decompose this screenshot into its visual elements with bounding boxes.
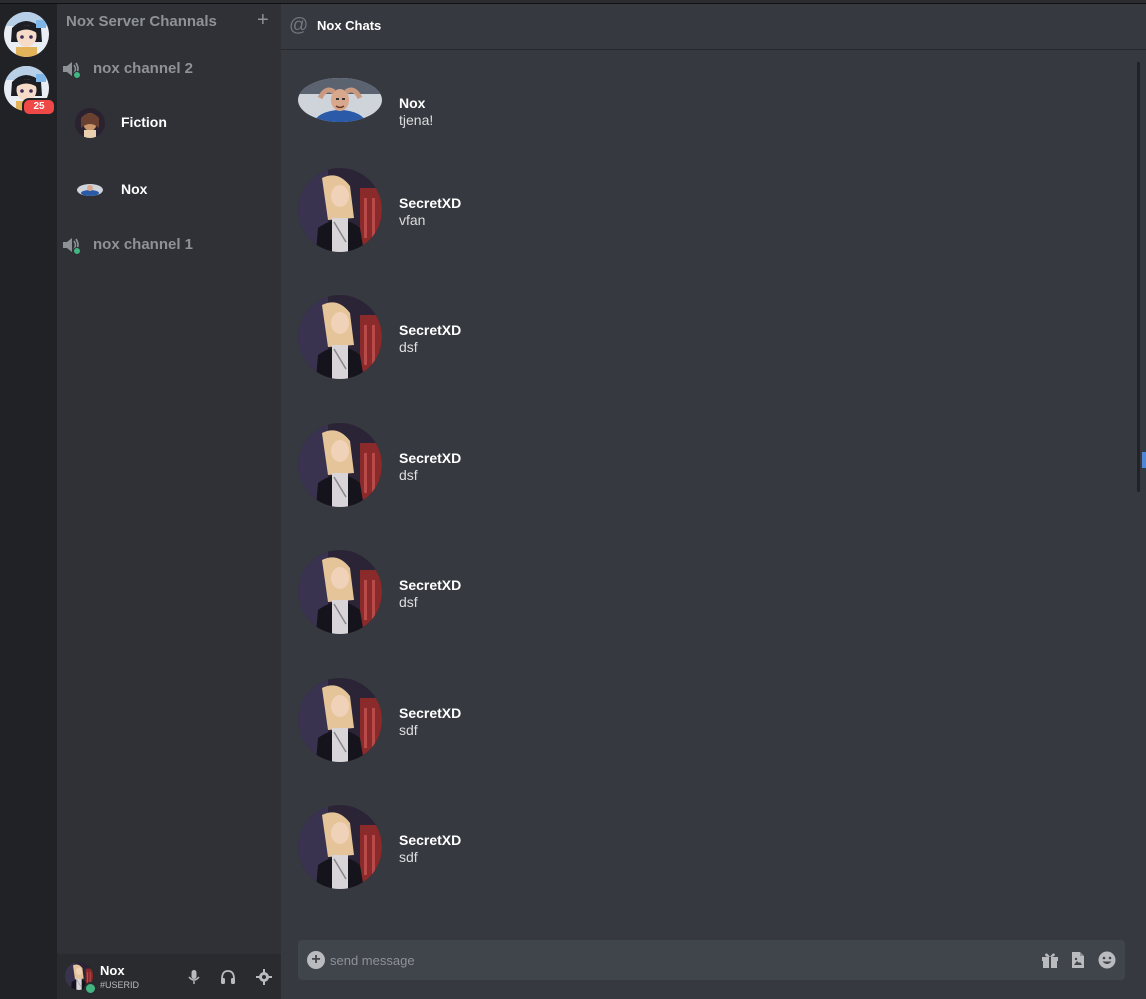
voice-user-name: Fiction <box>121 114 167 130</box>
message: Nox tjena! <box>298 68 998 152</box>
message-author[interactable]: SecretXD <box>399 832 461 848</box>
chat-header: @ Nox Chats <box>281 4 1146 50</box>
avatar[interactable] <box>298 678 382 762</box>
voice-user-fiction[interactable]: Fiction <box>57 106 281 140</box>
message: SecretXD dsf <box>298 295 998 379</box>
server-title: Nox Server Channals <box>66 13 217 30</box>
message-text: tjena! <box>399 112 434 128</box>
upload-file-icon[interactable] <box>1068 950 1088 970</box>
emoji-icon[interactable] <box>1097 950 1117 970</box>
message-input[interactable] <box>330 948 1020 972</box>
plus-icon: + <box>257 9 269 31</box>
user-name: Nox <box>100 963 125 978</box>
scroll-indicator <box>1142 452 1146 468</box>
settings-icon[interactable] <box>255 968 273 986</box>
avatar <box>75 108 105 138</box>
notification-badge: 25 <box>22 98 56 116</box>
gift-icon[interactable] <box>1040 950 1060 970</box>
message: SecretXD sdf <box>298 678 998 762</box>
message: SecretXD dsf <box>298 423 998 507</box>
online-status-dot <box>84 982 97 995</box>
discord-app: 25 Nox Server Channals + nox channel 2 F… <box>0 0 1146 999</box>
message-author[interactable]: SecretXD <box>399 450 461 466</box>
avatar[interactable] <box>298 168 382 252</box>
add-channel-button[interactable]: + <box>257 10 269 30</box>
user-id: #USERID <box>100 980 140 990</box>
message-composer: + <box>298 940 1125 980</box>
avatar[interactable] <box>298 295 382 379</box>
message-text: dsf <box>399 339 418 355</box>
microphone-icon[interactable] <box>185 968 203 986</box>
avatar[interactable] <box>298 805 382 889</box>
voice-channel-nox-channel-2[interactable]: nox channel 2 <box>57 56 281 82</box>
headphones-icon[interactable] <box>219 968 237 986</box>
message-text: vfan <box>399 212 426 228</box>
message-author[interactable]: Nox <box>399 95 425 111</box>
avatar <box>75 175 105 205</box>
speaker-icon <box>61 235 83 255</box>
message-author[interactable]: SecretXD <box>399 577 461 593</box>
message-author[interactable]: SecretXD <box>399 705 461 721</box>
message-text: sdf <box>399 722 418 738</box>
message-text: sdf <box>399 849 418 865</box>
message-text: dsf <box>399 467 418 483</box>
channel-name: nox channel 1 <box>93 236 194 253</box>
anime-server-icon <box>4 12 49 57</box>
message-author[interactable]: SecretXD <box>399 322 461 338</box>
at-icon: @ <box>289 15 309 36</box>
message-text: dsf <box>399 594 418 610</box>
chat-scrollbar[interactable] <box>1137 62 1140 492</box>
voice-user-name: Nox <box>121 181 148 197</box>
server-icon[interactable] <box>4 12 49 57</box>
chat-title: Nox Chats <box>317 18 382 33</box>
message: SecretXD vfan <box>298 168 998 252</box>
voice-user-nox[interactable]: Nox <box>57 173 281 207</box>
avatar[interactable] <box>298 550 382 634</box>
message-author[interactable]: SecretXD <box>399 195 461 211</box>
message: SecretXD dsf <box>298 550 998 634</box>
user-panel: Nox #USERID <box>57 954 281 999</box>
server-rail: 25 <box>0 4 57 999</box>
voice-channel-nox-channel-1[interactable]: nox channel 1 <box>57 232 281 258</box>
speaker-icon <box>61 59 83 79</box>
avatar[interactable] <box>298 423 382 507</box>
avatar[interactable] <box>298 78 382 122</box>
chat-panel: @ Nox Chats Nox tjena! SecretXD vfan Sec… <box>281 4 1146 999</box>
channel-name: nox channel 2 <box>93 60 194 77</box>
message: SecretXD sdf <box>298 805 998 889</box>
channel-sidebar: Nox Server Channals + nox channel 2 Fict… <box>57 4 281 999</box>
add-attachment-icon[interactable]: + <box>307 951 325 969</box>
